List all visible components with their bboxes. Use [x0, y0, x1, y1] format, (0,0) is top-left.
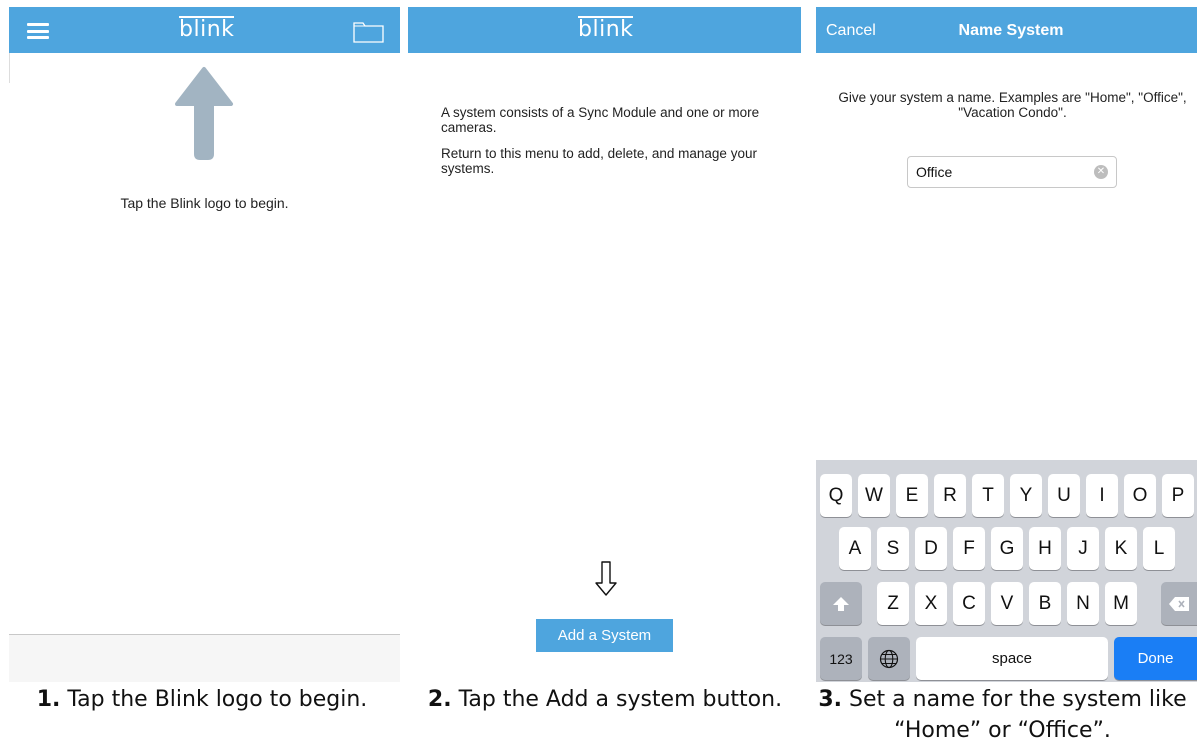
top-bar: blink — [9, 7, 400, 53]
delete-key[interactable] — [1161, 582, 1197, 625]
key-z[interactable]: Z — [877, 582, 909, 625]
keyboard: Q W E R T Y U I O P A S D F G H J K L Z … — [816, 460, 1197, 682]
key-i[interactable]: I — [1086, 474, 1118, 517]
bottom-toolbar — [9, 634, 400, 682]
screen-1: blink Tap the Blink logo to begin. — [9, 0, 400, 682]
key-b[interactable]: B — [1029, 582, 1061, 625]
down-arrow-icon — [595, 561, 617, 596]
screen-2: blink A system consists of a Sync Module… — [408, 0, 801, 682]
globe-icon — [879, 649, 899, 668]
navigation-bar: Name System Cancel — [816, 7, 1197, 53]
shift-key[interactable] — [820, 582, 862, 625]
key-a[interactable]: A — [839, 527, 871, 570]
key-q[interactable]: Q — [820, 474, 852, 517]
numbers-key[interactable]: 123 — [820, 637, 862, 680]
step-1-caption: 1. Tap the Blink logo to begin. — [17, 684, 387, 715]
blink-logo[interactable]: blink — [179, 16, 235, 44]
step-text: Set a name for the system like “Home” or… — [842, 687, 1187, 743]
backspace-icon — [1169, 596, 1189, 611]
globe-key[interactable] — [868, 637, 910, 680]
key-n[interactable]: N — [1067, 582, 1099, 625]
step-number: 1. — [36, 687, 61, 712]
key-r[interactable]: R — [934, 474, 966, 517]
screen-3: Name System Cancel Give your system a na… — [816, 0, 1197, 682]
done-key[interactable]: Done — [1114, 637, 1197, 680]
key-l[interactable]: L — [1143, 527, 1175, 570]
key-f[interactable]: F — [953, 527, 985, 570]
key-m[interactable]: M — [1105, 582, 1137, 625]
divider — [9, 53, 10, 83]
top-bar: blink — [408, 7, 801, 53]
key-h[interactable]: H — [1029, 527, 1061, 570]
blink-logo[interactable]: blink — [578, 16, 634, 44]
shift-icon — [833, 596, 849, 611]
key-v[interactable]: V — [991, 582, 1023, 625]
key-g[interactable]: G — [991, 527, 1023, 570]
key-k[interactable]: K — [1105, 527, 1137, 570]
key-w[interactable]: W — [858, 474, 890, 517]
clear-icon[interactable]: ✕ — [1094, 165, 1108, 179]
folder-icon[interactable] — [353, 20, 384, 43]
hamburger-icon[interactable] — [27, 23, 49, 39]
step-number: 3. — [818, 687, 843, 712]
key-u[interactable]: U — [1048, 474, 1080, 517]
space-key[interactable]: space — [916, 637, 1108, 680]
key-s[interactable]: S — [877, 527, 909, 570]
key-p[interactable]: P — [1162, 474, 1194, 517]
key-y[interactable]: Y — [1010, 474, 1042, 517]
step-text: Tap the Blink logo to begin. — [60, 687, 368, 712]
system-name-input[interactable] — [916, 164, 1086, 180]
key-x[interactable]: X — [915, 582, 947, 625]
key-d[interactable]: D — [915, 527, 947, 570]
system-description: A system consists of a Sync Module and o… — [441, 105, 760, 135]
step-2-caption: 2. Tap the Add a system button. — [420, 684, 790, 715]
name-instruction: Give your system a name. Examples are "H… — [838, 90, 1187, 120]
key-j[interactable]: J — [1067, 527, 1099, 570]
up-arrow-icon — [175, 67, 233, 160]
manage-description: Return to this menu to add, delete, and … — [441, 146, 757, 176]
key-t[interactable]: T — [972, 474, 1004, 517]
key-o[interactable]: O — [1124, 474, 1156, 517]
system-name-field[interactable]: ✕ — [907, 156, 1117, 188]
step-3-caption: 3. Set a name for the system like “Home”… — [808, 684, 1197, 746]
cancel-button[interactable]: Cancel — [826, 22, 876, 40]
key-e[interactable]: E — [896, 474, 928, 517]
step-text: Tap the Add a system button. — [451, 687, 783, 712]
step-number: 2. — [427, 687, 452, 712]
key-c[interactable]: C — [953, 582, 985, 625]
instruction-text: Tap the Blink logo to begin. — [120, 195, 289, 211]
add-system-button[interactable]: Add a System — [536, 619, 673, 652]
